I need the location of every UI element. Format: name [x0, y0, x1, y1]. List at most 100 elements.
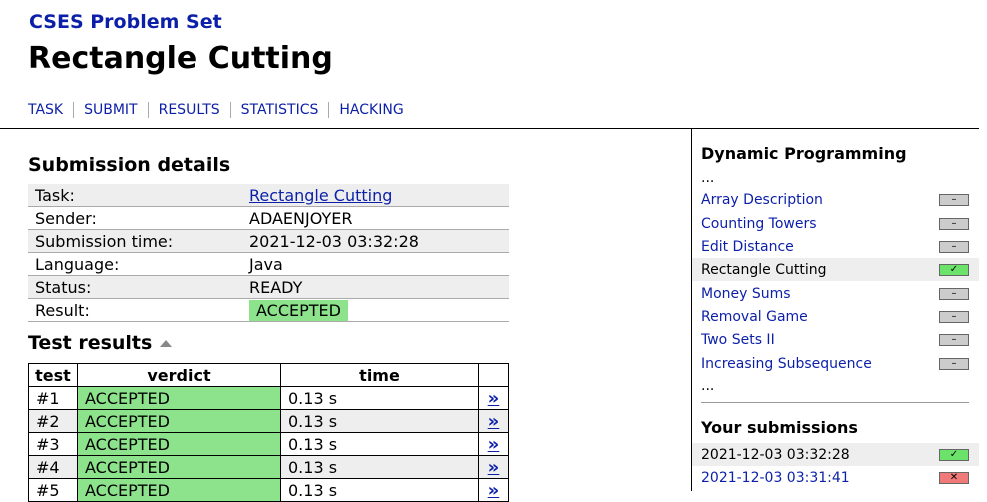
details-key: Sender: [28, 206, 242, 230]
test-link-cell: » [478, 386, 509, 410]
view-test-icon[interactable]: » [488, 411, 500, 432]
submission-item-current: 2021-12-03 03:32:28 ✓ [692, 443, 979, 466]
view-test-icon[interactable]: » [488, 434, 500, 455]
checkmark-icon: ✓ [939, 263, 969, 276]
cross-icon: ✕ [939, 471, 969, 484]
sidebar-task-two-sets-ii[interactable]: Two Sets II – [692, 328, 979, 351]
table-row: #4 ACCEPTED 0.13 s » [28, 455, 509, 479]
details-value: Rectangle Cutting [242, 184, 509, 207]
test-link-cell: » [478, 478, 509, 502]
nav-statistics[interactable]: STATISTICS [229, 102, 329, 118]
test-number: #4 [28, 455, 78, 479]
column-header-link [478, 363, 509, 387]
sidebar-heading: Dynamic Programming [701, 144, 907, 163]
status-none-icon: – [939, 333, 969, 346]
details-key: Status: [28, 275, 242, 299]
test-verdict: ACCEPTED [77, 386, 281, 410]
details-row-status: Status: READY [28, 275, 509, 299]
details-value: 2021-12-03 03:32:28 [242, 229, 509, 253]
sidebar-task-label[interactable]: Edit Distance [701, 239, 794, 255]
your-submissions-heading: Your submissions [701, 418, 858, 437]
collapse-triangle-icon[interactable] [160, 340, 173, 347]
test-link-cell: » [478, 409, 509, 433]
sidebar-task-label: Rectangle Cutting [701, 261, 827, 278]
test-number: #2 [28, 409, 78, 433]
test-results-heading[interactable]: Test results [28, 332, 173, 354]
details-key: Task: [28, 184, 242, 207]
status-none-icon: – [939, 193, 969, 206]
page-title: Rectangle Cutting [28, 41, 333, 76]
nav-results[interactable]: RESULTS [147, 102, 230, 118]
submission-time: 2021-12-03 03:32:28 [701, 446, 850, 463]
sidebar-task-label[interactable]: Increasing Subsequence [701, 356, 872, 372]
status-none-icon: – [939, 217, 969, 230]
details-value: Java [242, 252, 509, 276]
details-row-time: Submission time: 2021-12-03 03:32:28 [28, 229, 509, 253]
details-row-language: Language: Java [28, 252, 509, 276]
column-header-test: test [28, 363, 78, 387]
test-time: 0.13 s [280, 478, 479, 502]
sidebar-task-label[interactable]: Removal Game [701, 309, 808, 325]
sidebar-ellipsis-bottom: ... [701, 378, 715, 394]
sidebar-task-edit-distance[interactable]: Edit Distance – [692, 235, 979, 258]
test-number: #5 [28, 478, 78, 502]
test-time: 0.13 s [280, 432, 479, 456]
status-none-icon: – [939, 357, 969, 370]
view-test-icon[interactable]: » [488, 457, 500, 478]
column-header-verdict: verdict [77, 363, 281, 387]
test-link-cell: » [478, 455, 509, 479]
status-none-icon: – [939, 240, 969, 253]
test-results-table: test verdict time #1 ACCEPTED 0.13 s » #… [28, 363, 509, 502]
site-title[interactable]: CSES Problem Set [29, 11, 222, 33]
submission-time[interactable]: 2021-12-03 03:31:41 [701, 470, 850, 486]
sidebar-task-label[interactable]: Two Sets II [701, 332, 775, 348]
submission-details-heading: Submission details [28, 154, 231, 176]
sidebar-task-counting-towers[interactable]: Counting Towers – [692, 212, 979, 235]
sidebar-task-increasing-subsequence[interactable]: Increasing Subsequence – [692, 352, 979, 375]
header-divider [0, 128, 979, 129]
table-row: #2 ACCEPTED 0.13 s » [28, 409, 509, 433]
table-row: #5 ACCEPTED 0.13 s » [28, 478, 509, 502]
sidebar-task-label[interactable]: Counting Towers [701, 216, 817, 232]
details-row-task: Task: Rectangle Cutting [28, 184, 509, 207]
details-value: ACCEPTED [242, 298, 509, 322]
view-test-icon[interactable]: » [488, 480, 500, 501]
task-nav: TASK SUBMIT RESULTS STATISTICS HACKING [28, 102, 414, 118]
table-row: #3 ACCEPTED 0.13 s » [28, 432, 509, 456]
sidebar-task-array-description[interactable]: Array Description – [692, 188, 979, 211]
view-test-icon[interactable]: » [488, 388, 500, 409]
test-verdict: ACCEPTED [77, 478, 281, 502]
nav-hacking[interactable]: HACKING [328, 102, 413, 118]
test-results-title: Test results [28, 332, 153, 354]
sidebar-ellipsis-top: ... [701, 170, 715, 186]
test-time: 0.13 s [280, 409, 479, 433]
details-key: Result: [28, 298, 242, 322]
submission-item[interactable]: 2021-12-03 03:31:41 ✕ [692, 466, 979, 489]
result-badge: ACCEPTED [249, 299, 348, 321]
details-value: ADAENJOYER [242, 206, 509, 230]
test-time: 0.13 s [280, 455, 479, 479]
sidebar-section-divider [701, 402, 969, 403]
status-none-icon: – [939, 287, 969, 300]
details-row-sender: Sender: ADAENJOYER [28, 206, 509, 230]
test-number: #1 [28, 386, 78, 410]
nav-task[interactable]: TASK [28, 102, 73, 118]
status-none-icon: – [939, 310, 969, 323]
test-link-cell: » [478, 432, 509, 456]
details-value: READY [242, 275, 509, 299]
sidebar-task-removal-game[interactable]: Removal Game – [692, 305, 979, 328]
test-table-header: test verdict time [28, 363, 509, 387]
table-row: #1 ACCEPTED 0.13 s » [28, 386, 509, 410]
test-verdict: ACCEPTED [77, 409, 281, 433]
task-link[interactable]: Rectangle Cutting [249, 186, 392, 205]
checkmark-icon: ✓ [939, 448, 969, 461]
nav-submit[interactable]: SUBMIT [73, 102, 148, 118]
test-verdict: ACCEPTED [77, 432, 281, 456]
sidebar-task-label[interactable]: Array Description [701, 192, 823, 208]
sidebar-task-money-sums[interactable]: Money Sums – [692, 282, 979, 305]
test-number: #3 [28, 432, 78, 456]
details-key: Language: [28, 252, 242, 276]
details-row-result: Result: ACCEPTED [28, 298, 509, 322]
test-verdict: ACCEPTED [77, 455, 281, 479]
sidebar-task-label[interactable]: Money Sums [701, 286, 791, 302]
